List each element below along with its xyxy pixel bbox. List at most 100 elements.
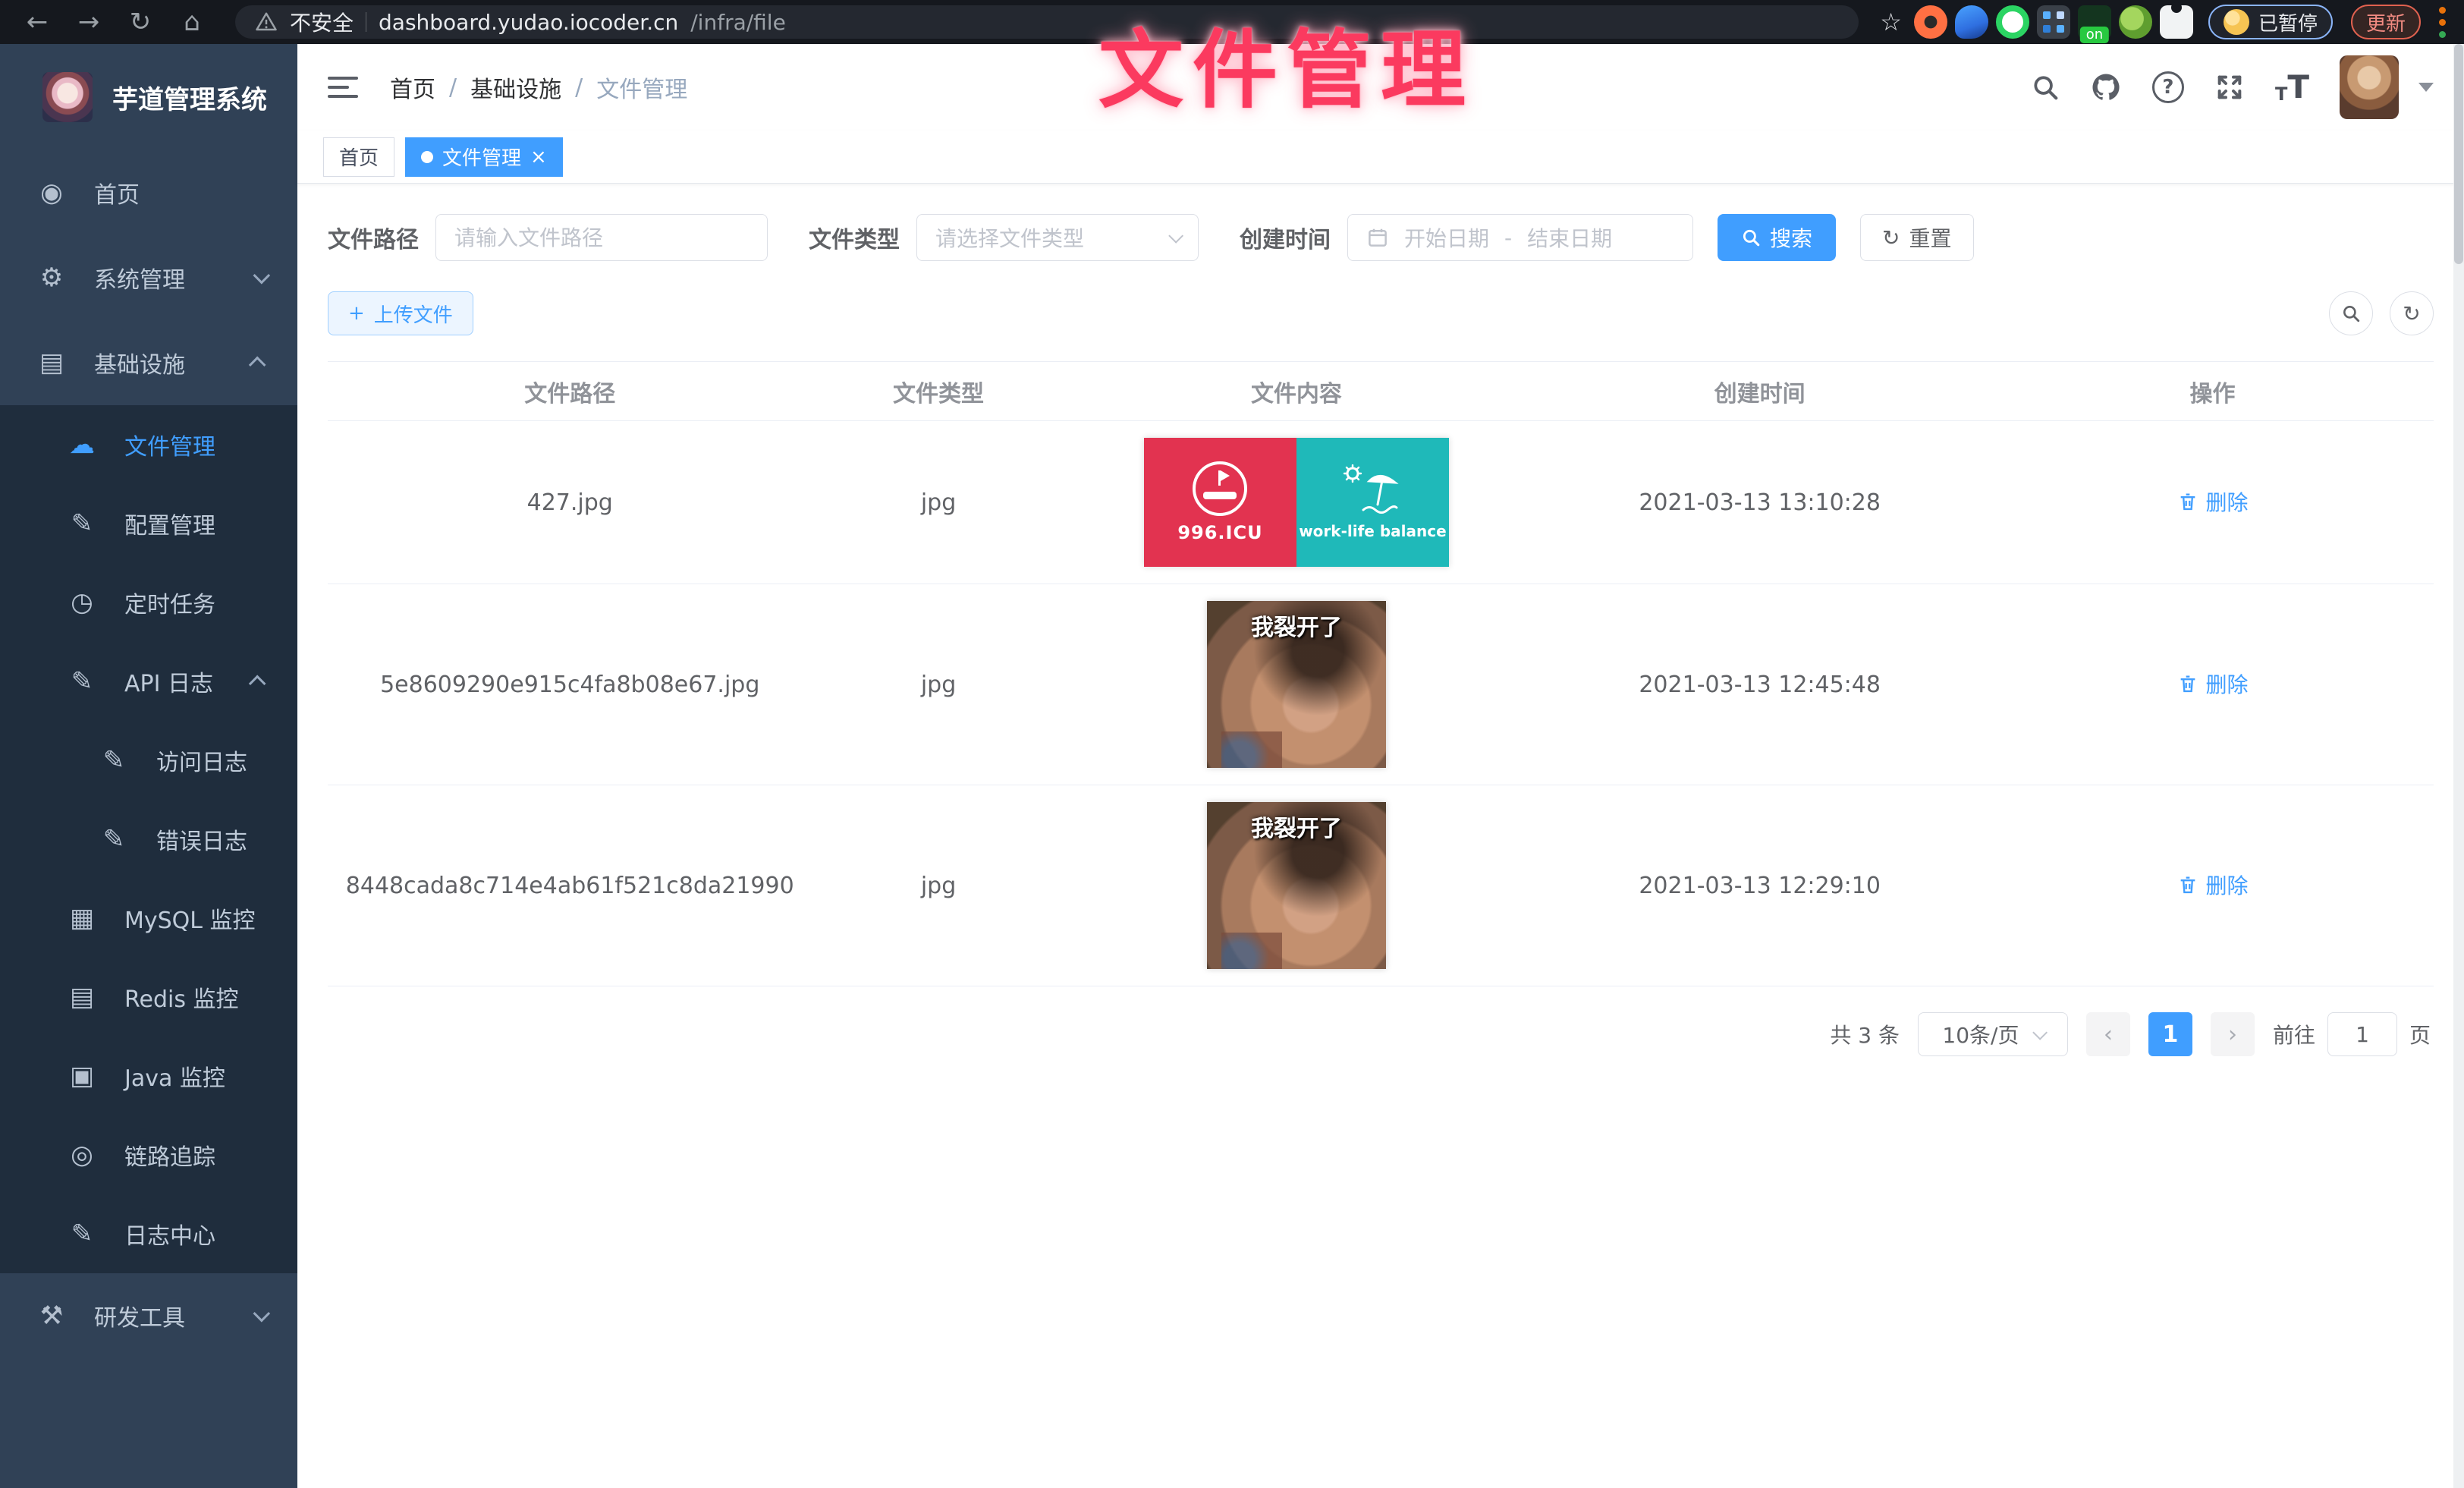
scrollbar-thumb[interactable] — [2454, 44, 2463, 264]
sidebar-item-error-log[interactable]: ✎ 错误日志 — [0, 800, 297, 879]
sidebar-item-mysql-monitor[interactable]: ▦ MySQL 监控 — [0, 879, 297, 958]
file-preview-image[interactable]: 996.ICU — [1144, 438, 1449, 567]
app-title: 芋道管理系统 — [112, 79, 267, 116]
extension-icon-pin[interactable] — [1955, 5, 1988, 39]
browser-update-button[interactable]: 更新 — [2351, 5, 2421, 39]
sidebar-item-system[interactable]: ⚙ 系统管理 — [0, 235, 297, 320]
cell-file-path: 427.jpg — [328, 421, 812, 584]
sidebar-toggle-icon[interactable] — [328, 77, 358, 98]
tag-home[interactable]: 首页 — [323, 137, 394, 177]
top-navbar: 首页 / 基础设施 / 文件管理 ? — [297, 44, 2464, 131]
file-table: 文件路径 文件类型 文件内容 创建时间 操作 427.jpg jpg — [328, 361, 2434, 986]
reset-button[interactable]: ↻ 重置 — [1860, 214, 1973, 261]
prev-page-button[interactable]: ‹ — [2086, 1012, 2130, 1056]
delete-button[interactable]: 删除 — [2177, 668, 2249, 699]
close-tag-icon[interactable]: × — [530, 147, 547, 167]
page-scrollbar[interactable] — [2453, 44, 2464, 1488]
page-size-select[interactable]: 10条/页 — [1918, 1012, 2068, 1056]
toolbox-icon: ⚒ — [35, 1301, 68, 1331]
goto-page-input[interactable] — [2327, 1012, 2397, 1056]
refresh-icon: ↻ — [2403, 301, 2420, 326]
database-icon: ▦ — [65, 903, 99, 933]
sidebar-item-infra[interactable]: ▤ 基础设施 — [0, 320, 297, 405]
pagination-total: 共 3 条 — [1830, 1019, 1900, 1049]
fullscreen-icon[interactable] — [2214, 72, 2245, 102]
address-bar[interactable]: 不安全 dashboard.yudao.iocoder.cn /infra/fi… — [235, 5, 1859, 39]
extensions-puzzle-icon[interactable] — [2160, 5, 2193, 39]
font-size-icon[interactable]: TT — [2275, 71, 2309, 103]
sidebar-item-access-log[interactable]: ✎ 访问日志 — [0, 721, 297, 800]
upload-file-button[interactable]: + 上传文件 — [328, 291, 473, 335]
show-search-toggle-button[interactable] — [2329, 291, 2373, 335]
sidebar-menu: ◉ 首页 ⚙ 系统管理 ▤ 基础设施 ☁ 文件管理 ✎ 配置管理 — [0, 150, 297, 1488]
sidebar-item-scheduled-jobs[interactable]: ◷ 定时任务 — [0, 563, 297, 642]
sidebar-item-file-management[interactable]: ☁ 文件管理 — [0, 405, 297, 484]
sidebar-item-java-monitor[interactable]: ▣ Java 监控 — [0, 1037, 297, 1115]
cell-actions: 删除 — [1991, 421, 2434, 584]
search-icon — [1741, 228, 1761, 247]
breadcrumb-separator: / — [449, 74, 457, 101]
goto-suffix: 页 — [2409, 1019, 2431, 1049]
bookmark-star-icon[interactable]: ☆ — [1880, 8, 1902, 36]
profile-paused-label: 已暂停 — [2258, 8, 2318, 36]
sidebar-item-config[interactable]: ✎ 配置管理 — [0, 484, 297, 563]
browser-update-label: 更新 — [2366, 8, 2406, 36]
file-path-input[interactable] — [435, 214, 768, 261]
search-icon[interactable] — [2031, 73, 2060, 102]
table-row: 5e8609290e915c4fa8b08e67.jpg jpg 我裂开了 20… — [328, 584, 2434, 785]
sidebar-item-trace[interactable]: ◎ 链路追踪 — [0, 1115, 297, 1194]
delete-button[interactable]: 删除 — [2177, 486, 2249, 517]
trash-icon — [2177, 491, 2198, 512]
file-type-select[interactable]: 请选择文件类型 — [916, 214, 1199, 261]
filter-form: 文件路径 文件类型 请选择文件类型 创建时间 开始日期 - — [328, 214, 2434, 261]
sidebar-item-home[interactable]: ◉ 首页 — [0, 150, 297, 235]
browser-back-icon[interactable]: ← — [15, 0, 59, 44]
file-path-input-field[interactable] — [454, 225, 749, 250]
extension-icon-grid[interactable] — [2037, 5, 2070, 39]
sidebar: 芋道管理系统 ◉ 首页 ⚙ 系统管理 ▤ 基础设施 ☁ 文件管理 — [0, 44, 297, 1488]
profile-paused-pill[interactable]: 已暂停 — [2208, 5, 2333, 39]
cell-actions: 删除 — [1991, 785, 2434, 986]
browser-home-icon[interactable]: ⌂ — [170, 0, 214, 44]
extension-icon-leaf[interactable] — [2119, 5, 2152, 39]
browser-reload-icon[interactable]: ↻ — [118, 0, 162, 44]
log-icon: ✎ — [97, 745, 130, 775]
beach-umbrella-icon — [1340, 464, 1404, 517]
file-preview-image[interactable]: 我裂开了 — [1207, 601, 1386, 768]
refresh-table-button[interactable]: ↻ — [2390, 291, 2434, 335]
security-status-label[interactable]: 不安全 — [290, 7, 354, 37]
browser-menu-icon[interactable] — [2439, 7, 2446, 38]
cell-file-path: 5e8609290e915c4fa8b08e67.jpg — [328, 584, 812, 785]
browser-forward-icon[interactable]: → — [67, 0, 111, 44]
user-menu-caret-icon[interactable] — [2418, 83, 2434, 92]
help-icon[interactable]: ? — [2152, 71, 2184, 103]
sidebar-item-api-log[interactable]: ✎ API 日志 — [0, 642, 297, 721]
sidebar-item-dev-tools[interactable]: ⚒ 研发工具 — [0, 1273, 297, 1358]
table-row: 8448cada8c714e4ab61f521c8da21990 jpg 我裂开… — [328, 785, 2434, 986]
edit-icon: ✎ — [65, 508, 99, 539]
sidebar-logo-row[interactable]: 芋道管理系统 — [0, 44, 297, 150]
table-header-row: 文件路径 文件类型 文件内容 创建时间 操作 — [328, 362, 2434, 421]
breadcrumb-home[interactable]: 首页 — [390, 71, 435, 104]
layers-icon: ▤ — [65, 982, 99, 1012]
extension-icon-switch[interactable]: on — [2078, 5, 2111, 39]
url-host[interactable]: dashboard.yudao.iocoder.cn — [379, 10, 678, 35]
page-number-button[interactable]: 1 — [2148, 1012, 2192, 1056]
extension-icon-orange[interactable] — [1914, 5, 1947, 39]
chevron-down-icon — [253, 1305, 271, 1323]
next-page-button[interactable]: › — [2211, 1012, 2255, 1056]
user-avatar[interactable] — [2340, 55, 2399, 119]
extension-icon-green-ring[interactable] — [1996, 5, 2029, 39]
search-button[interactable]: 搜索 — [1718, 214, 1836, 261]
url-path[interactable]: /infra/file — [690, 10, 786, 35]
trash-icon — [2177, 673, 2198, 694]
sidebar-item-redis-monitor[interactable]: ▤ Redis 监控 — [0, 958, 297, 1037]
date-range-picker[interactable]: 开始日期 - 结束日期 — [1347, 214, 1693, 261]
tag-file-management[interactable]: 文件管理 × — [405, 137, 563, 177]
header-create-time: 创建时间 — [1528, 362, 1991, 421]
app-window: 芋道管理系统 ◉ 首页 ⚙ 系统管理 ▤ 基础设施 ☁ 文件管理 — [0, 44, 2464, 1488]
github-icon[interactable] — [2090, 71, 2122, 103]
sidebar-item-log-center[interactable]: ✎ 日志中心 — [0, 1194, 297, 1273]
delete-button[interactable]: 删除 — [2177, 870, 2249, 900]
file-preview-image[interactable]: 我裂开了 — [1207, 802, 1386, 969]
